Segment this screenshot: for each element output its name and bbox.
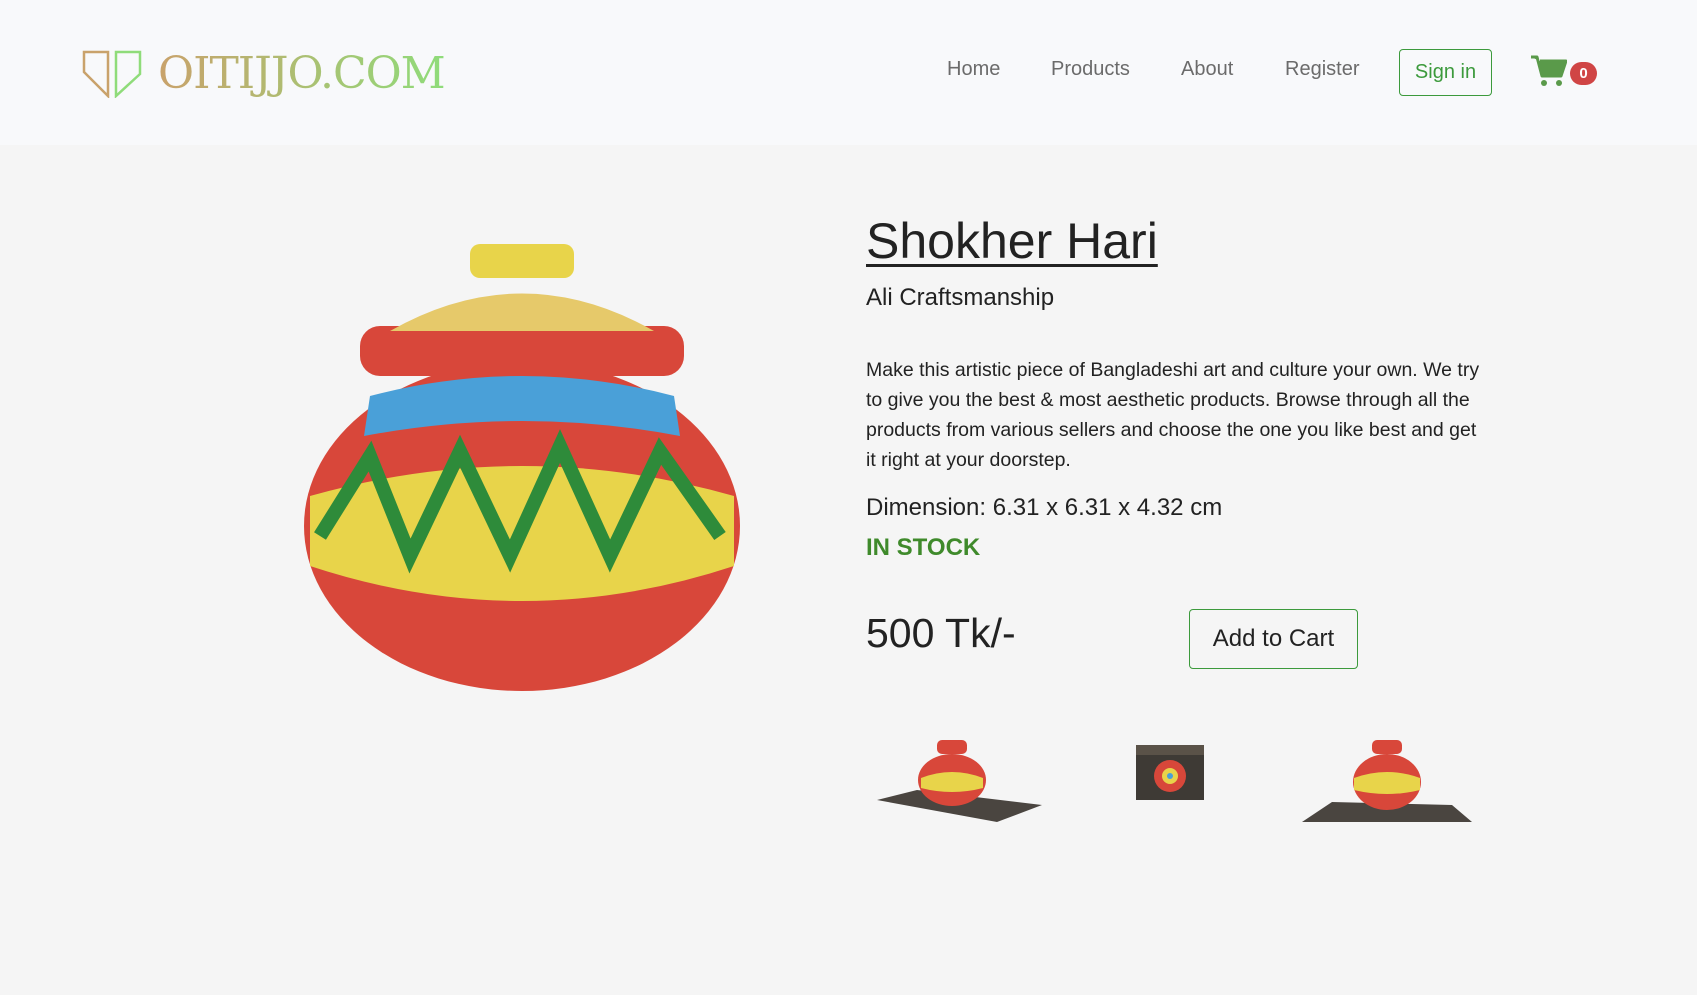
product-dimension: Dimension: 6.31 x 6.31 x 4.32 cm — [866, 494, 1223, 521]
nav-products[interactable]: Products — [1051, 58, 1130, 81]
header: OITIJJO.COM Home Products About Register… — [0, 0, 1697, 145]
product-price: 500 Tk/- — [866, 610, 1016, 656]
seller-name: Ali Craftsmanship — [866, 284, 1055, 311]
product-title: Shokher Hari — [866, 213, 1158, 269]
product-main-image[interactable] — [300, 236, 745, 696]
thumbnail-2[interactable] — [1134, 730, 1206, 802]
nav-register[interactable]: Register — [1285, 58, 1359, 81]
logo-text: OITIJJO.COM — [158, 48, 446, 99]
cart-count-badge: 0 — [1570, 62, 1597, 85]
sign-in-button[interactable]: Sign in — [1399, 49, 1492, 96]
nav-about[interactable]: About — [1181, 58, 1233, 81]
logo-icon — [82, 50, 142, 98]
add-to-cart-button[interactable]: Add to Cart — [1189, 609, 1358, 669]
nav-home[interactable]: Home — [947, 58, 1000, 81]
thumbnail-1[interactable] — [877, 730, 1042, 825]
product-description: Make this artistic piece of Bangladeshi … — [866, 359, 1480, 471]
stock-status: IN STOCK — [866, 534, 981, 561]
logo[interactable]: OITIJJO.COM — [82, 48, 446, 99]
cart-icon[interactable] — [1531, 54, 1567, 88]
thumbnail-3[interactable] — [1302, 730, 1472, 825]
